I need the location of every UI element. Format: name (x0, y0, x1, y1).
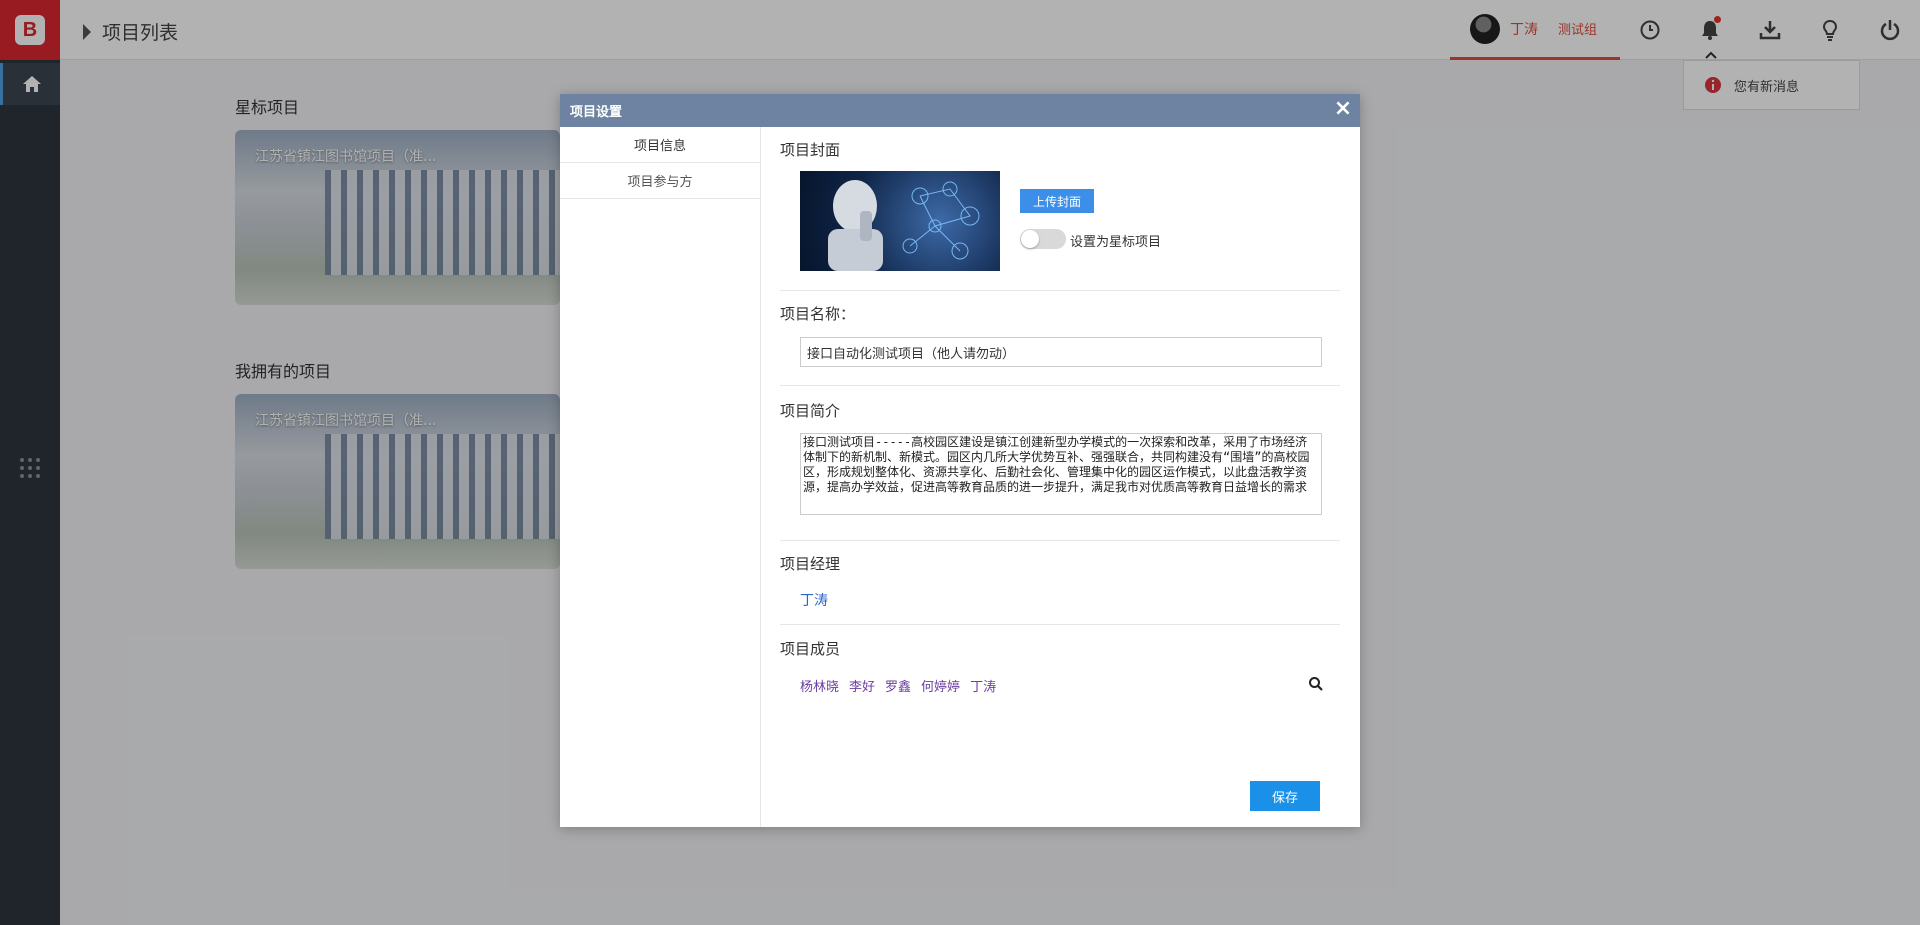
desc-label: 项目简介 (780, 402, 841, 420)
close-icon[interactable]: × (1332, 98, 1354, 121)
member-item[interactable]: 杨林晓 (800, 676, 839, 695)
divider (780, 385, 1340, 386)
divider (780, 624, 1340, 625)
modal-header: 项目设置 × (560, 94, 1360, 127)
modal-title: 项目设置 (570, 105, 623, 120)
name-label: 项目名称： (780, 305, 856, 323)
project-name-input[interactable]: 接口自动化测试项目（他人请勿动） (800, 337, 1322, 367)
modal-content: 项目封面 上传封面 设置为星标项目 项目名称： 接口自动化测试项目（他人请勿动）… (780, 127, 1340, 827)
cover-section: 项目封面 (780, 139, 1340, 160)
project-manager-link[interactable]: 丁涛 (800, 590, 828, 610)
save-button[interactable]: 保存 (1250, 781, 1320, 811)
robot-illustration-icon (828, 180, 980, 271)
member-item[interactable]: 何婷婷 (921, 676, 960, 695)
members-label: 项目成员 (780, 640, 841, 658)
member-item[interactable]: 丁涛 (970, 676, 996, 695)
project-settings-modal: 项目设置 × 项目信息 项目参与方 项目封面 上传封面 设置为星标项目 项目名称… (560, 94, 1360, 827)
members-section: 项目成员 (780, 638, 1340, 659)
member-item[interactable]: 罗鑫 (885, 676, 911, 695)
divider (780, 540, 1340, 541)
manager-section: 项目经理 (780, 553, 1340, 574)
desc-section: 项目简介 (780, 400, 1340, 421)
search-icon (1309, 677, 1323, 691)
divider (780, 290, 1340, 291)
project-description-textarea[interactable]: 接口测试项目-----高校园区建设是镇江创建新型办学模式的一次探索和改革，采用了… (800, 433, 1322, 515)
star-project-toggle[interactable] (1020, 229, 1066, 249)
tab-project-info[interactable]: 项目信息 (560, 127, 760, 163)
cover-label: 项目封面 (780, 141, 841, 159)
modal-tabs: 项目信息 项目参与方 (560, 127, 761, 827)
name-section: 项目名称： (780, 303, 1340, 324)
manager-label: 项目经理 (780, 555, 841, 573)
upload-cover-button[interactable]: 上传封面 (1020, 189, 1094, 213)
toggle-knob (1021, 230, 1039, 248)
members-list: 杨林晓 李好 罗鑫 何婷婷 丁涛 (800, 676, 996, 695)
member-item[interactable]: 李好 (849, 676, 875, 695)
star-toggle-label: 设置为星标项目 (1070, 235, 1162, 250)
tab-project-participants[interactable]: 项目参与方 (560, 163, 760, 199)
member-search-button[interactable] (1308, 676, 1324, 692)
cover-image (800, 171, 1000, 271)
